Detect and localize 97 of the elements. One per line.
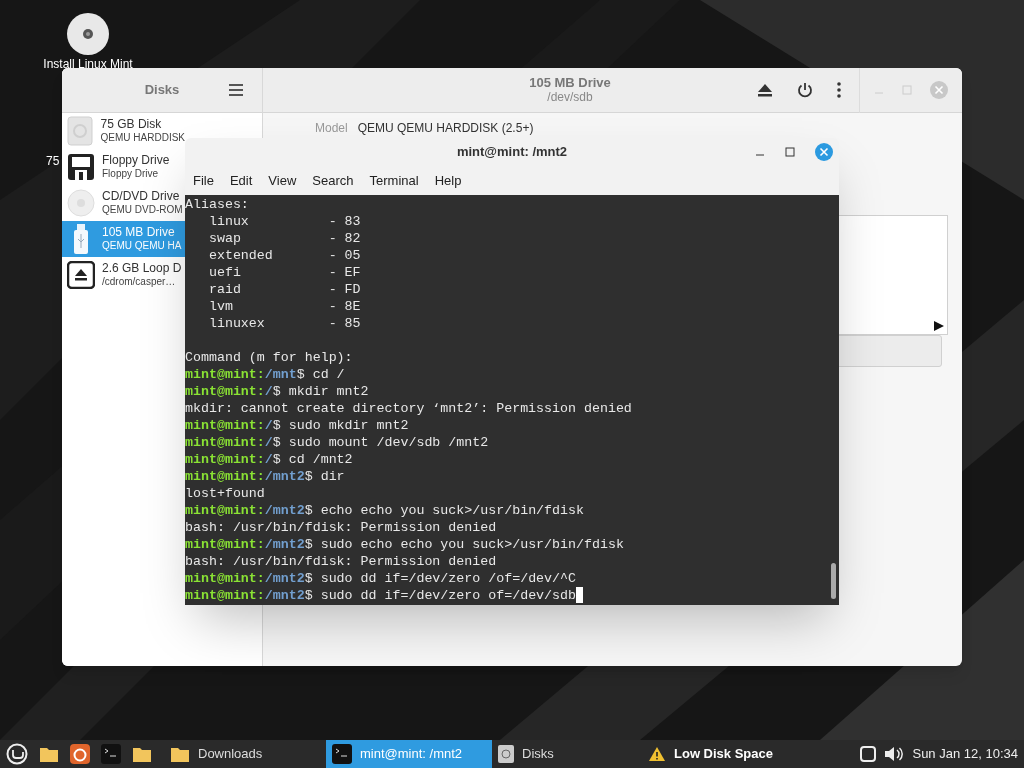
prompt-path: / [264, 451, 273, 468]
disc-icon[interactable] [66, 12, 110, 56]
prompt-user: mint@mint: [185, 366, 265, 383]
browser-icon[interactable] [70, 744, 90, 764]
menu-item[interactable]: Help [428, 170, 468, 191]
prompt-path: /mnt2 [264, 468, 305, 485]
prompt-user: mint@mint: [185, 570, 265, 587]
eject-icon [67, 261, 95, 289]
drive-list-item[interactable]: Floppy Drive Floppy Drive [62, 149, 185, 185]
terminal-output-line: Command (m for help): [185, 349, 354, 366]
warning-icon[interactable] [648, 746, 666, 762]
terminal-output-line: uefi - EF [207, 264, 362, 281]
drive-title: 105 MB Drive [529, 76, 611, 90]
folder-icon[interactable] [170, 745, 190, 763]
desktop-icon-label[interactable]: 75 [46, 152, 60, 170]
terminal-output-line: bash: /usr/bin/fdisk: Permission denied [185, 519, 498, 536]
field-label: Model [315, 120, 348, 137]
play-icon[interactable] [933, 320, 945, 332]
usb-stick-icon [72, 223, 90, 255]
prompt-path: / [264, 383, 273, 400]
prompt-user: mint@mint: [185, 468, 265, 485]
field-value: QEMU QEMU HARDDISK (2.5+) [357, 120, 534, 137]
drive-list-item[interactable]: 2.6 GB Loop D /cdrom/casper… [62, 257, 185, 293]
prompt-path: /mnt2 [264, 587, 305, 604]
drive-model: QEMU DVD-ROM [102, 203, 183, 216]
menu-item[interactable]: Search [306, 170, 360, 191]
prompt-user: mint@mint: [185, 383, 265, 400]
drive-name: 105 MB Drive [102, 226, 176, 239]
prompt-user: mint@mint: [185, 451, 265, 468]
window-list-icon[interactable] [860, 746, 877, 762]
terminal-output-line: linux - 83 [207, 213, 362, 230]
power-icon[interactable] [797, 82, 813, 98]
prompt-path: / [264, 434, 273, 451]
terminal-command: $ cd /mnt2 [272, 451, 353, 468]
notification-label[interactable]: Low Disk Space [674, 744, 773, 764]
drive-name: CD/DVD Drive [102, 190, 181, 203]
terminal-output-line: swap - 82 [207, 230, 362, 247]
terminal-output-line: lvm - 8E [207, 298, 362, 315]
drive-model: /cdrom/casper… [102, 275, 177, 288]
drive-name: 75 GB Disk [100, 118, 163, 131]
menu-item[interactable]: View [262, 170, 303, 191]
drive-name: 2.6 GB Loop D [102, 262, 182, 275]
prompt-user: mint@mint: [185, 434, 265, 451]
folder-icon[interactable] [39, 745, 59, 763]
terminal-output-line: mkdir: cannot create directory ‘mnt2’: Permission denied [185, 400, 633, 417]
prompt-user: mint@mint: [185, 536, 265, 553]
terminal-command: $ cd / [296, 366, 345, 383]
terminal-command: $ sudo dd if=/dev/zero /of=/dev/^C [304, 570, 576, 587]
terminal-output-line: bash: /usr/bin/fdisk: Permission denied [185, 553, 498, 570]
terminal-command: $ sudo echo echo you suck>/usr/bin/fdisk [304, 536, 624, 553]
maximize-icon[interactable] [785, 147, 795, 157]
terminal-command: $ dir [304, 468, 345, 485]
drive-name: Floppy Drive [102, 154, 170, 167]
terminal-output-line: extended - 05 [207, 247, 362, 264]
terminal-command: $ sudo dd if=/dev/zero of=/dev/sdb [304, 587, 576, 604]
more-options-icon[interactable] [837, 82, 841, 98]
terminal-icon[interactable] [101, 744, 121, 764]
terminal-command: $ mkdir mnt2 [272, 383, 369, 400]
close-icon[interactable] [815, 143, 833, 161]
prompt-path: /mnt2 [264, 536, 305, 553]
drive-device-path: /dev/sdb [547, 90, 593, 104]
window-title: Disks [144, 81, 180, 100]
prompt-path: /mnt [264, 366, 297, 383]
drive-list-item[interactable]: CD/DVD Drive QEMU DVD-ROM [62, 185, 185, 221]
taskbar-window-button[interactable]: Disks [492, 740, 644, 768]
terminal-command: $ echo echo you suck>/usr/bin/fdisk [304, 502, 584, 519]
disc-icon [67, 189, 95, 217]
eject-icon[interactable] [757, 83, 773, 97]
menu-item[interactable]: Edit [223, 170, 259, 191]
terminal-command: $ sudo mount /dev/sdb /mnt2 [272, 434, 489, 451]
prompt-path: /mnt2 [264, 570, 305, 587]
drive-model: QEMU HARDDISK [100, 131, 185, 144]
menu-item[interactable]: File [187, 170, 220, 191]
drive-model: QEMU QEMU HA [102, 239, 182, 252]
drive-model: Floppy Drive [102, 167, 160, 180]
prompt-user: mint@mint: [185, 417, 265, 434]
scrollbar-thumb[interactable] [830, 563, 836, 599]
folder-icon[interactable] [132, 745, 152, 763]
drive-list-item[interactable]: 75 GB Disk QEMU HARDDISK [62, 113, 185, 149]
terminal-output-line: lost+found [185, 485, 266, 502]
terminal-output-line: linuxex - 85 [207, 315, 362, 332]
prompt-user: mint@mint: [185, 587, 265, 604]
prompt-path: /mnt2 [264, 502, 305, 519]
prompt-user: mint@mint: [185, 502, 265, 519]
volume-icon[interactable] [884, 746, 905, 762]
menu-icon[interactable] [228, 83, 244, 97]
window-title: mint@mint: /mnt2 [456, 143, 568, 162]
menu-item[interactable]: Terminal [363, 170, 425, 191]
taskbar-window-button[interactable]: Downloads [164, 740, 326, 768]
terminal-command: $ sudo mkdir mnt2 [272, 417, 409, 434]
terminal-output-line: raid - FD [207, 281, 362, 298]
disk-utility-icon[interactable] [498, 745, 514, 763]
terminal-icon[interactable] [332, 744, 352, 764]
prompt-path: / [264, 417, 273, 434]
clock[interactable]: Sun Jan 12, 10:34 [912, 744, 1018, 764]
terminal-output-line: Aliases: [185, 196, 250, 213]
desktop-icon-label[interactable]: Install Linux Mint [43, 58, 133, 71]
